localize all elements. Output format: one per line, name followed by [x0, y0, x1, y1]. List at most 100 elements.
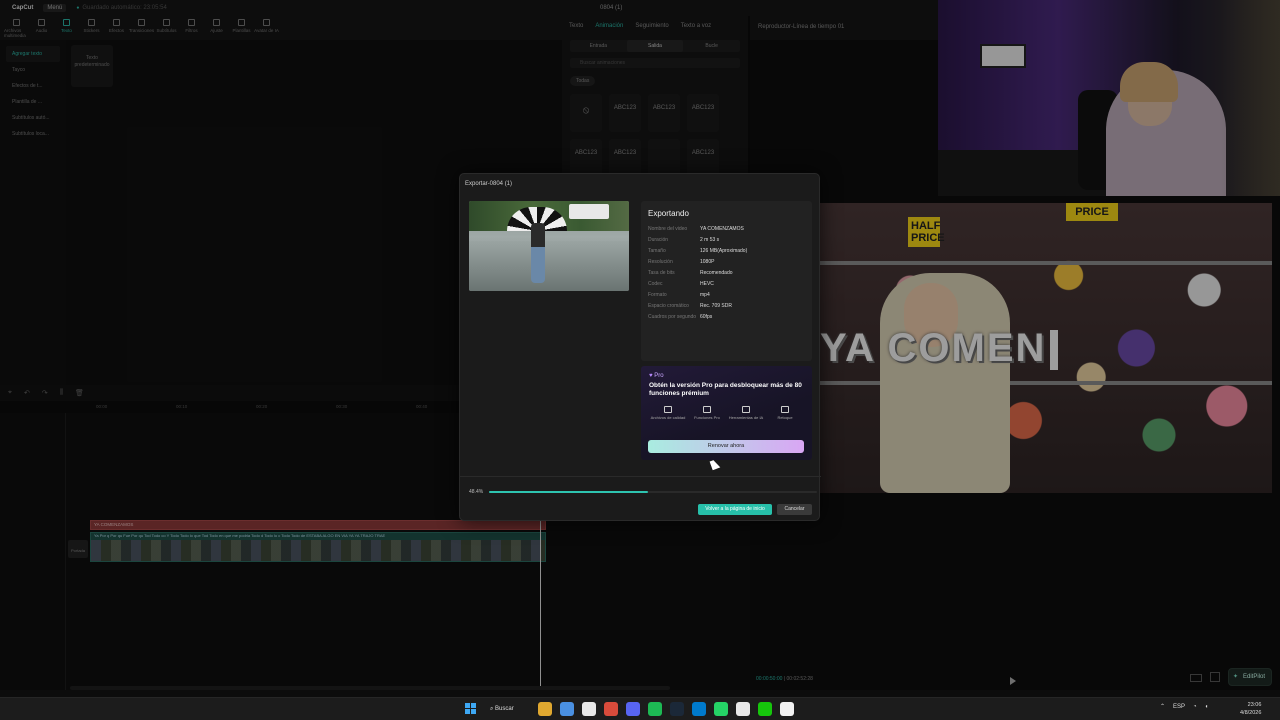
texto-icon	[63, 19, 70, 26]
undo-icon[interactable]: ↶	[24, 389, 30, 397]
plantillas-icon	[238, 19, 245, 26]
taskbar-app-icon[interactable]	[692, 702, 706, 716]
renew-now-button[interactable]: Renovar ahora	[648, 440, 804, 453]
transiciones-icon	[138, 19, 145, 26]
toolbar-label: Efectos	[108, 28, 124, 33]
app-logo: CapCut	[12, 5, 34, 11]
default-text-card[interactable]: Texto predeterminado	[71, 45, 113, 87]
info-row-cuadros-por-segundo: Cuadros por segundo 60fps	[648, 314, 805, 320]
language-indicator[interactable]: ESP	[1173, 704, 1185, 710]
toolbar-ajuste[interactable]: Ajuste	[204, 16, 229, 40]
network-icon[interactable]: ◔	[1193, 704, 1197, 710]
export-info-panel: Exportando Nombre del video YA COMENZAMOS…	[641, 201, 812, 361]
shelf	[820, 261, 1272, 265]
taskbar-app-icon[interactable]	[736, 702, 750, 716]
subtab-salida[interactable]: Salida	[626, 40, 684, 52]
taskbar-app-icon[interactable]	[780, 702, 794, 716]
animation-preset[interactable]: ABC123	[687, 139, 719, 177]
toolbar-efectos[interactable]: Efectos	[104, 16, 129, 40]
volume-icon[interactable]: ◖	[1205, 704, 1209, 710]
player-header: Reproductor-Línea de tiempo 01	[750, 16, 940, 40]
export-thumbnail	[469, 201, 629, 291]
taskbar-app-icon[interactable]	[670, 702, 684, 716]
video-preview: HALF PRICE PRICE YA COMEN	[820, 203, 1272, 493]
playhead[interactable]	[540, 520, 541, 690]
taskbar-app-icon[interactable]	[648, 702, 662, 716]
delete-icon[interactable]: 🗑	[75, 389, 84, 397]
info-row-tamano: Tamaño 126 MB(Aproximado)	[648, 248, 805, 254]
taskbar-app-icon[interactable]	[626, 702, 640, 716]
timeline-scrollbar[interactable]	[70, 686, 670, 690]
animation-preset[interactable]: ABC123	[570, 139, 602, 177]
windows-start-icon[interactable]	[465, 703, 476, 714]
back-to-home-button[interactable]: Volver a la página de inicio	[698, 504, 772, 515]
text-clip[interactable]: YA COMENZAMOS	[90, 520, 546, 530]
main-menu-button[interactable]: Menú	[43, 4, 67, 12]
toolbar-filtros[interactable]: Filtros	[179, 16, 204, 40]
subtab-entrada[interactable]: Entrada	[570, 40, 627, 52]
cover-button[interactable]: Portada	[68, 540, 88, 558]
subtab-bucle[interactable]: Bucle	[683, 40, 740, 52]
subtitulos-icon	[163, 19, 170, 26]
taskbar-app-icon[interactable]	[604, 702, 618, 716]
title-bar: CapCut Menú Guardado automático: 23:05:5…	[0, 0, 940, 16]
properties-tabs: Texto Animación Seguimiento Texto a voz	[562, 16, 748, 36]
panel-item-plantilla-de[interactable]: Plantilla de ...	[6, 94, 60, 110]
info-row-duracion: Duración 2 m 53 s	[648, 237, 805, 243]
thumb-bus	[569, 204, 609, 219]
taskbar-search-label: Buscar	[495, 706, 514, 712]
export-progress-bar	[489, 491, 817, 493]
taskbar-search[interactable]: ⌕ Buscar	[488, 702, 528, 716]
tab-animacion[interactable]: Animación	[595, 23, 623, 29]
tab-seguimiento[interactable]: Seguimiento	[635, 23, 668, 29]
animation-grid: ⦸ ABC123 ABC123 ABC123 ABC123 ABC123 ABC123	[570, 94, 740, 177]
animation-preset[interactable]: ABC123	[648, 94, 680, 132]
toolbar-avatar-de-ia[interactable]: Avatar de IA	[254, 16, 279, 40]
taskbar-app-icon[interactable]	[538, 702, 552, 716]
info-value: Rec. 709 SDR	[700, 303, 732, 309]
toolbar-texto[interactable]: Texto	[54, 16, 79, 40]
price-sign: PRICE	[1066, 203, 1118, 221]
animation-preset[interactable]	[648, 139, 680, 177]
toolbar-stickers[interactable]: Stickers	[79, 16, 104, 40]
taskbar-app-icon[interactable]	[714, 702, 728, 716]
taskbar-app-icon[interactable]	[560, 702, 574, 716]
panel-item-efectos-de-t[interactable]: Efectos de t...	[6, 78, 60, 94]
play-icon[interactable]	[1010, 677, 1016, 685]
split-icon[interactable]: ⫼	[60, 389, 63, 397]
no-animation-cell[interactable]: ⦸	[570, 94, 602, 132]
toolbar-audio[interactable]: Audio	[29, 16, 54, 40]
taskbar-app-icon[interactable]	[758, 702, 772, 716]
panel-item-tayco[interactable]: Tayco	[6, 62, 60, 78]
ratio-icon[interactable]	[1190, 674, 1202, 682]
toolbar-label: Ajuste	[210, 28, 223, 33]
animation-preset[interactable]: ABC123	[609, 139, 641, 177]
animation-preset[interactable]: ABC123	[687, 94, 719, 132]
taskbar-app-icon[interactable]	[582, 702, 596, 716]
toolbar-label: Transiciones	[128, 28, 155, 33]
toolbar-subtitulos[interactable]: Subtítulos	[154, 16, 179, 40]
panel-item-subtitulos-loca[interactable]: Subtítulos loca...	[6, 126, 60, 142]
tab-texto[interactable]: Texto	[569, 23, 583, 29]
tab-texto-a-voz[interactable]: Texto a voz	[681, 23, 711, 29]
main-toolbar: Archivos multimedia Audio Texto Stickers Efe…	[0, 16, 562, 40]
chip-all[interactable]: Todas	[570, 76, 596, 86]
info-value: 126 MB(Aproximado)	[700, 248, 748, 254]
taskbar-clock[interactable]: 23:06 4/8/2026	[1240, 701, 1261, 717]
toolbar-archivos-multimedia[interactable]: Archivos multimedia	[4, 16, 29, 40]
video-clip-track[interactable]: Ya Por q Por qu Fue Por qu Tod Todo co Y…	[90, 532, 546, 562]
herramientas-de-ia-icon	[742, 406, 750, 413]
toolbar-transiciones[interactable]: Transiciones	[129, 16, 154, 40]
editpilot-button[interactable]: EditPilot	[1228, 668, 1272, 686]
chevron-up-icon[interactable]: ⌃	[1160, 703, 1165, 710]
panel-item-subtitulos-auto[interactable]: Subtítulos autó...	[6, 110, 60, 126]
select-tool-icon[interactable]: ⌖	[8, 389, 12, 397]
cancel-button[interactable]: Cancelar	[777, 504, 812, 515]
info-row-formato: Formato mp4	[648, 292, 805, 298]
toolbar-plantillas[interactable]: Plantillas	[229, 16, 254, 40]
redo-icon[interactable]: ↷	[42, 389, 48, 397]
panel-item-agregar-texto[interactable]: Agregar texto	[6, 46, 60, 62]
fullscreen-icon[interactable]	[1210, 672, 1220, 682]
animation-preset[interactable]: ABC123	[609, 94, 641, 132]
animation-search-input[interactable]: Buscar animaciones	[570, 58, 740, 68]
